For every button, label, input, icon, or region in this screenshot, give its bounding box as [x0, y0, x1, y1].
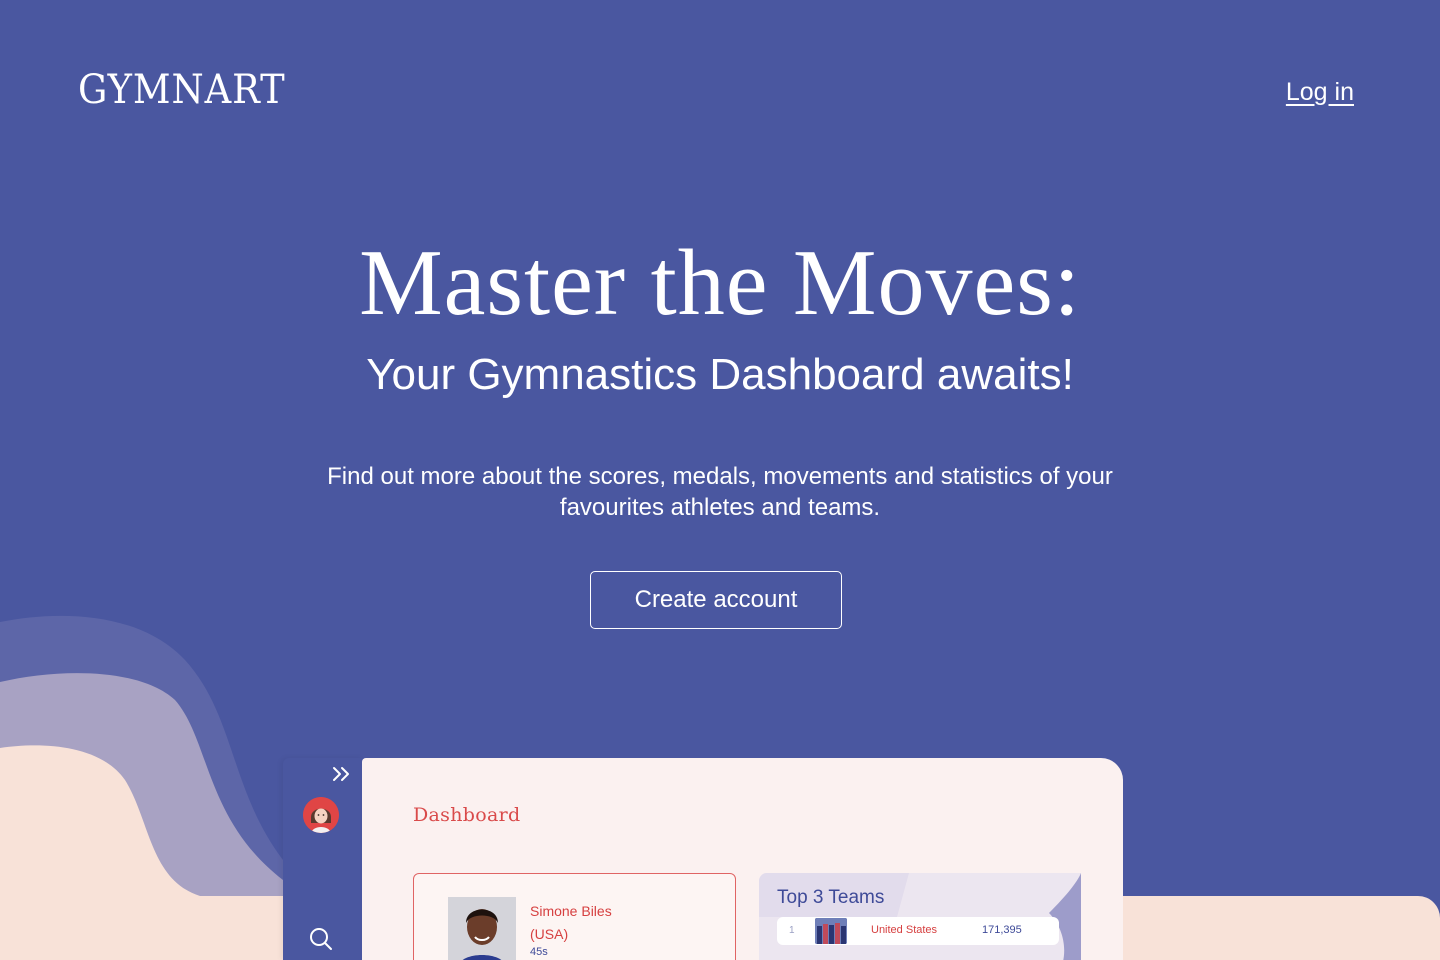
preview-sidebar [283, 758, 363, 960]
athlete-portrait-icon [448, 897, 516, 960]
peach-panel-right [1120, 896, 1440, 960]
top-teams-card: Top 3 Teams 1 United States 171,395 [759, 873, 1081, 960]
athlete-name: Simone Biles (USA) [530, 900, 612, 946]
team-rank: 1 [789, 925, 795, 936]
hero-description: Find out more about the scores, medals, … [327, 463, 1113, 521]
teams-title: Top 3 Teams [777, 887, 885, 908]
avatar-illustration-icon [303, 797, 339, 833]
team-score: 171,395 [982, 924, 1022, 936]
avatar[interactable] [303, 797, 339, 833]
athlete-photo [448, 897, 516, 960]
login-link[interactable]: Log in [1286, 78, 1354, 107]
chevrons-right-icon[interactable] [331, 766, 353, 782]
wave-front [0, 745, 283, 960]
hero-title: Master the Moves: [359, 231, 1081, 335]
search-icon[interactable] [308, 926, 334, 952]
team-photo-icon [815, 918, 847, 944]
dashboard-preview: Dashboard Simone Biles (USA) 45s Top 3 T… [283, 758, 1123, 960]
create-account-button[interactable]: Create account [590, 571, 842, 629]
hero-subtitle: Your Gymnastics Dashboard awaits! [366, 350, 1074, 399]
team-photo [815, 918, 847, 944]
athlete-card[interactable]: Simone Biles (USA) 45s [413, 873, 736, 960]
dashboard-title: Dashboard [413, 804, 521, 826]
wave-middle [0, 673, 283, 960]
team-name: United States [871, 924, 938, 936]
athlete-name-line2: (USA) [530, 926, 569, 942]
preview-main-panel: Dashboard Simone Biles (USA) 45s Top 3 T… [362, 758, 1123, 960]
athlete-name-line1: Simone Biles [530, 903, 612, 919]
athlete-detail: 45s [530, 946, 548, 958]
brand-logo[interactable]: GYMNART [78, 66, 286, 114]
wave-back [0, 615, 283, 960]
team-row[interactable]: 1 United States 171,395 [777, 917, 1059, 945]
